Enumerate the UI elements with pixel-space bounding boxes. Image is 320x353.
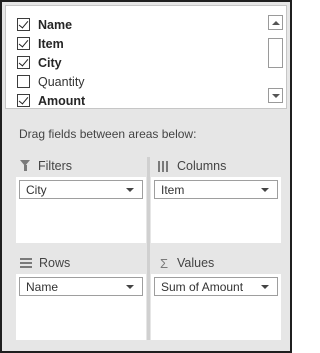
- chevron-down-icon[interactable]: [126, 284, 134, 289]
- scroll-down-button[interactable]: [268, 88, 283, 103]
- columns-area[interactable]: Item: [151, 177, 281, 243]
- values-field-dropdown[interactable]: Sum of Amount: [154, 277, 278, 296]
- field-label: City: [38, 55, 62, 70]
- rows-field-label: Name: [26, 279, 59, 294]
- field-label: Item: [38, 36, 64, 51]
- columns-area-header: Columns: [158, 156, 226, 176]
- chevron-down-icon[interactable]: [261, 187, 269, 192]
- pivot-field-pane: Name Item City Quantity Amount Drag fiel…: [0, 0, 292, 353]
- field-list-scrollbar[interactable]: [268, 15, 283, 103]
- scroll-thumb[interactable]: [268, 38, 283, 68]
- columns-field-dropdown[interactable]: Item: [154, 180, 278, 199]
- scroll-up-button[interactable]: [268, 15, 283, 30]
- rows-area-header: Rows: [20, 253, 70, 273]
- field-list: Name Item City Quantity Amount: [5, 5, 287, 109]
- filters-field-label: City: [26, 182, 47, 197]
- area-divider: [147, 157, 150, 340]
- values-area[interactable]: Sum of Amount: [151, 274, 281, 340]
- values-field-label: Sum of Amount: [161, 279, 244, 294]
- field-label: Name: [38, 17, 73, 32]
- drag-hint-text: Drag fields between areas below:: [19, 127, 197, 141]
- rows-area[interactable]: Name: [16, 274, 146, 340]
- values-area-header: Σ Values: [158, 253, 214, 273]
- field-checkbox[interactable]: [17, 94, 30, 107]
- chevron-down-icon[interactable]: [126, 187, 134, 192]
- chevron-up-icon: [271, 20, 280, 25]
- columns-area-title: Columns: [177, 159, 227, 173]
- chevron-down-icon[interactable]: [261, 284, 269, 289]
- field-checkbox[interactable]: [17, 37, 30, 50]
- filters-area-header: Filters: [20, 156, 72, 176]
- rows-field-dropdown[interactable]: Name: [19, 277, 143, 296]
- columns-icon: [158, 160, 170, 172]
- rows-area-title: Rows: [39, 256, 71, 270]
- filters-area-title: Filters: [38, 159, 73, 173]
- field-item-city[interactable]: City: [17, 53, 257, 72]
- field-label: Quantity: [38, 74, 85, 89]
- chevron-down-icon: [271, 93, 280, 98]
- field-item-amount[interactable]: Amount: [17, 91, 257, 108]
- sigma-icon: Σ: [159, 255, 169, 271]
- field-checkbox[interactable]: [17, 18, 30, 31]
- field-item-quantity[interactable]: Quantity: [17, 72, 257, 91]
- field-item-item[interactable]: Item: [17, 34, 257, 53]
- filters-area[interactable]: City: [16, 177, 146, 243]
- columns-field-label: Item: [161, 182, 185, 197]
- field-checkbox[interactable]: [17, 56, 30, 69]
- field-item-name[interactable]: Name: [17, 15, 257, 34]
- filter-icon: [20, 160, 31, 172]
- field-label: Amount: [38, 93, 86, 108]
- field-checkbox[interactable]: [17, 75, 30, 88]
- filters-field-dropdown[interactable]: City: [19, 180, 143, 199]
- rows-icon: [20, 258, 32, 268]
- values-area-title: Values: [177, 256, 215, 270]
